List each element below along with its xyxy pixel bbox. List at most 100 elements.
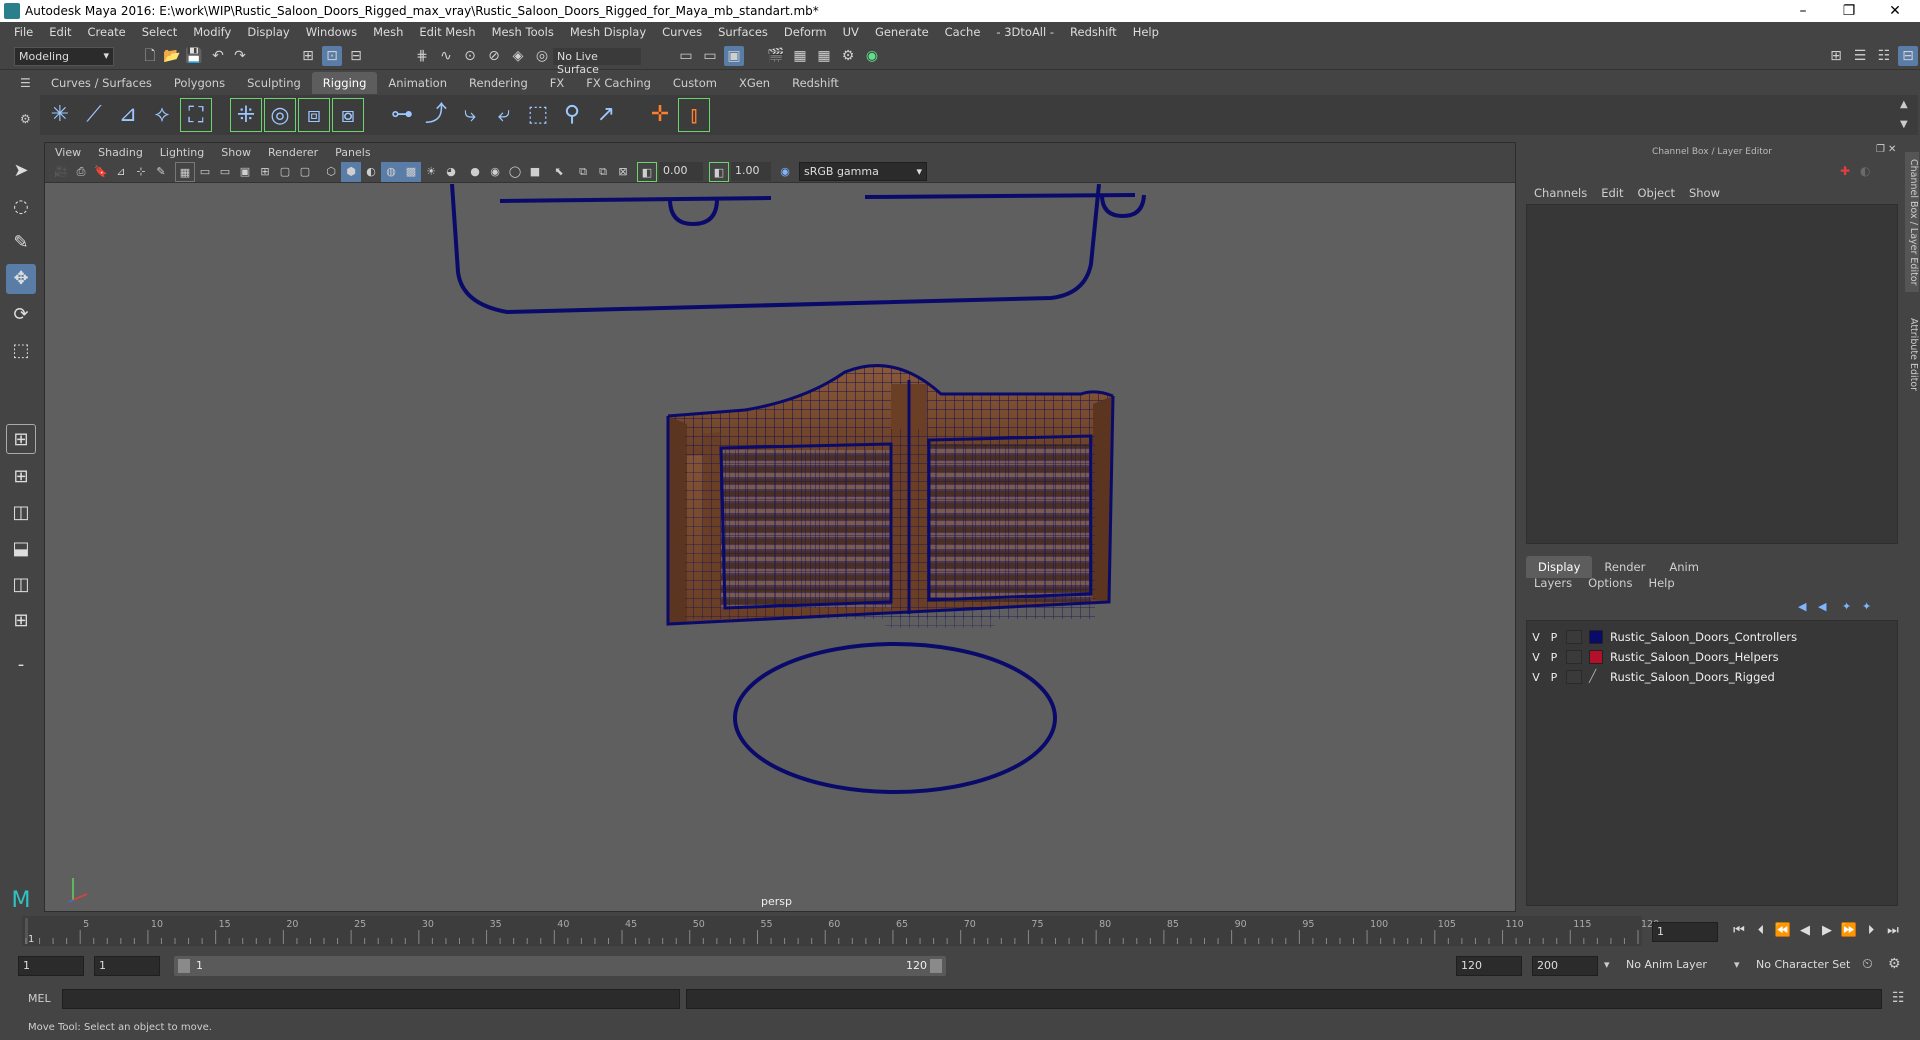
- step-forward-frame-icon[interactable]: ⏵: [1862, 922, 1880, 940]
- grid-toggle-icon[interactable]: ▦: [175, 162, 195, 182]
- render-view-icon[interactable]: 🎬: [766, 46, 786, 66]
- shelf-tab-animation[interactable]: Animation: [377, 72, 458, 94]
- menu-surfaces[interactable]: Surfaces: [718, 25, 768, 39]
- ik-spline-icon[interactable]: ⊿: [112, 98, 144, 132]
- shelf-scroll-up-icon[interactable]: ▲: [1900, 99, 1908, 110]
- film-gate-icon[interactable]: ▭: [195, 162, 215, 182]
- wireframe-icon[interactable]: ⬡: [321, 162, 341, 182]
- hik-icon[interactable]: ⛶: [180, 98, 212, 132]
- menu-create[interactable]: Create: [88, 25, 126, 39]
- shelf-tab-sculpting[interactable]: Sculpting: [236, 72, 312, 94]
- side-tab-attribute-editor[interactable]: Attribute Editor: [1905, 310, 1919, 400]
- safe-title-icon[interactable]: ▢: [295, 162, 315, 182]
- 2d-pan-zoom-icon[interactable]: ⊹: [131, 162, 151, 182]
- modeling-toolkit-icon[interactable]: ⊞: [1826, 46, 1846, 66]
- side-tab-channel-box[interactable]: Channel Box / Layer Editor: [1905, 152, 1919, 292]
- menu-modify[interactable]: Modify: [193, 25, 231, 39]
- playback-end-field[interactable]: 120: [1456, 956, 1522, 976]
- shelf-tab-custom[interactable]: Custom: [662, 72, 728, 94]
- camera-select-icon[interactable]: 🎥: [51, 162, 71, 182]
- menu-help[interactable]: Help: [1133, 25, 1159, 39]
- menu-mesh[interactable]: Mesh: [373, 25, 403, 39]
- layer-playback-toggle[interactable]: P: [1545, 671, 1563, 684]
- lattice-icon[interactable]: ⧈: [298, 98, 330, 132]
- persp-uv-layout-icon[interactable]: ⊞: [6, 606, 36, 636]
- menu-3dtoall[interactable]: - 3DtoAll -: [996, 25, 1054, 39]
- layer-color-swatch[interactable]: [1589, 650, 1603, 664]
- manipulator-icon[interactable]: ✚: [1840, 164, 1850, 178]
- minimize-button[interactable]: –: [1780, 0, 1826, 22]
- redo-icon[interactable]: ↷: [230, 46, 250, 66]
- viewport-menu-shading[interactable]: Shading: [98, 146, 143, 159]
- chevron-down-icon[interactable]: ▾: [1604, 958, 1610, 971]
- wire-deformer-icon[interactable]: ⧇: [332, 98, 364, 132]
- tab-anim[interactable]: Anim: [1657, 556, 1711, 578]
- animation-start-field[interactable]: 1: [18, 956, 84, 976]
- step-forward-key-icon[interactable]: ⏩: [1840, 922, 1858, 940]
- layer-visibility-icon[interactable]: ◐: [1860, 164, 1870, 178]
- move-layer-up-icon[interactable]: ◀: [1798, 600, 1806, 613]
- camera-attributes-icon[interactable]: ⎙: [71, 162, 91, 182]
- chevron-down-icon[interactable]: ▾: [1734, 958, 1740, 971]
- persp-hypershade-layout-icon[interactable]: ◫: [6, 570, 36, 600]
- resolution-gate-icon[interactable]: ▭: [215, 162, 235, 182]
- script-editor-icon[interactable]: ☷: [1892, 990, 1905, 1006]
- persp-outliner-layout-icon[interactable]: ◫: [6, 498, 36, 528]
- shelf-tab-fx-caching[interactable]: FX Caching: [575, 72, 662, 94]
- textured-icon[interactable]: ▩: [401, 162, 421, 182]
- menu-mesh-tools[interactable]: Mesh Tools: [492, 25, 554, 39]
- shelf-scroll-down-icon[interactable]: ▼: [1900, 119, 1908, 130]
- range-slider-end-handle[interactable]: [930, 959, 942, 973]
- pole-vector-icon[interactable]: ↗: [590, 98, 622, 132]
- shelf-tab-xgen[interactable]: XGen: [728, 72, 781, 94]
- shelf-settings-icon[interactable]: ⚙: [20, 112, 34, 126]
- multisample-aa-icon[interactable]: ◯: [505, 162, 525, 182]
- perspective-viewport[interactable]: View Shading Lighting Show Renderer Pane…: [44, 142, 1516, 912]
- snap-curve-icon[interactable]: ∿: [436, 46, 456, 66]
- channels-menu[interactable]: Channels: [1534, 186, 1587, 200]
- menu-curves[interactable]: Curves: [662, 25, 702, 39]
- menu-deform[interactable]: Deform: [784, 25, 827, 39]
- shadows-icon[interactable]: ◕: [441, 162, 461, 182]
- new-layer-selected-icon[interactable]: ✦: [1862, 600, 1871, 613]
- current-frame-field[interactable]: 1: [1652, 922, 1718, 942]
- color-space-selector[interactable]: sRGB gamma ▾: [799, 162, 927, 181]
- scale-tool-icon[interactable]: ⬚: [6, 336, 36, 366]
- exposure-icon[interactable]: ◧: [637, 162, 657, 182]
- isolate-select-icon[interactable]: ⬉: [549, 162, 569, 182]
- snap-view-icon[interactable]: ⊘: [484, 46, 504, 66]
- anim-layer-selector[interactable]: No Anim Layer: [1622, 956, 1742, 976]
- layer-row[interactable]: V P Rustic_Saloon_Doors_Helpers: [1527, 647, 1897, 667]
- use-all-lights-icon[interactable]: ☀: [421, 162, 441, 182]
- play-forward-icon[interactable]: ▶: [1818, 922, 1836, 940]
- help-menu[interactable]: Help: [1648, 576, 1674, 590]
- layer-type-toggle[interactable]: [1566, 650, 1582, 664]
- viewport-menu-renderer[interactable]: Renderer: [268, 146, 318, 159]
- tool-settings-toggle-icon[interactable]: ☷: [1874, 46, 1894, 66]
- joint-tool-icon[interactable]: ✳: [44, 98, 76, 132]
- playback-start-field[interactable]: 1: [94, 956, 160, 976]
- animation-end-field[interactable]: 200: [1532, 956, 1598, 976]
- go-to-start-icon[interactable]: ⏮: [1730, 922, 1748, 940]
- hypershade-icon[interactable]: ◉: [862, 46, 882, 66]
- layer-color-swatch[interactable]: [1589, 630, 1603, 644]
- select-tool-icon[interactable]: ➤: [6, 156, 36, 186]
- gamma-field[interactable]: 1.00: [731, 162, 771, 181]
- tab-display[interactable]: Display: [1526, 556, 1593, 578]
- menu-uv[interactable]: UV: [843, 25, 859, 39]
- grease-pencil-icon[interactable]: ✎: [151, 162, 171, 182]
- screen-space-ao-icon[interactable]: ●: [465, 162, 485, 182]
- viewport-menu-panels[interactable]: Panels: [335, 146, 370, 159]
- shelf-tab-rigging[interactable]: Rigging: [311, 72, 378, 94]
- input-ops-icon[interactable]: ▭: [676, 46, 696, 66]
- layer-no-color-icon[interactable]: ╱: [1589, 670, 1603, 684]
- ik-handle-icon[interactable]: ⟋: [78, 98, 110, 132]
- time-slider[interactable]: 1 5 10 15 20 25 30 35 40 45 50 55 60 65 70 75 80 85 90 95 1…: [22, 916, 1662, 946]
- more-layouts-icon[interactable]: -: [6, 650, 36, 680]
- layer-type-toggle[interactable]: [1566, 670, 1582, 684]
- color-management-icon[interactable]: ◉: [775, 162, 795, 182]
- snap-grid-icon[interactable]: ⋕: [412, 46, 432, 66]
- save-scene-icon[interactable]: 💾: [184, 46, 204, 66]
- four-view-layout-icon[interactable]: ⊞: [6, 462, 36, 492]
- default-material-icon[interactable]: ◐: [361, 162, 381, 182]
